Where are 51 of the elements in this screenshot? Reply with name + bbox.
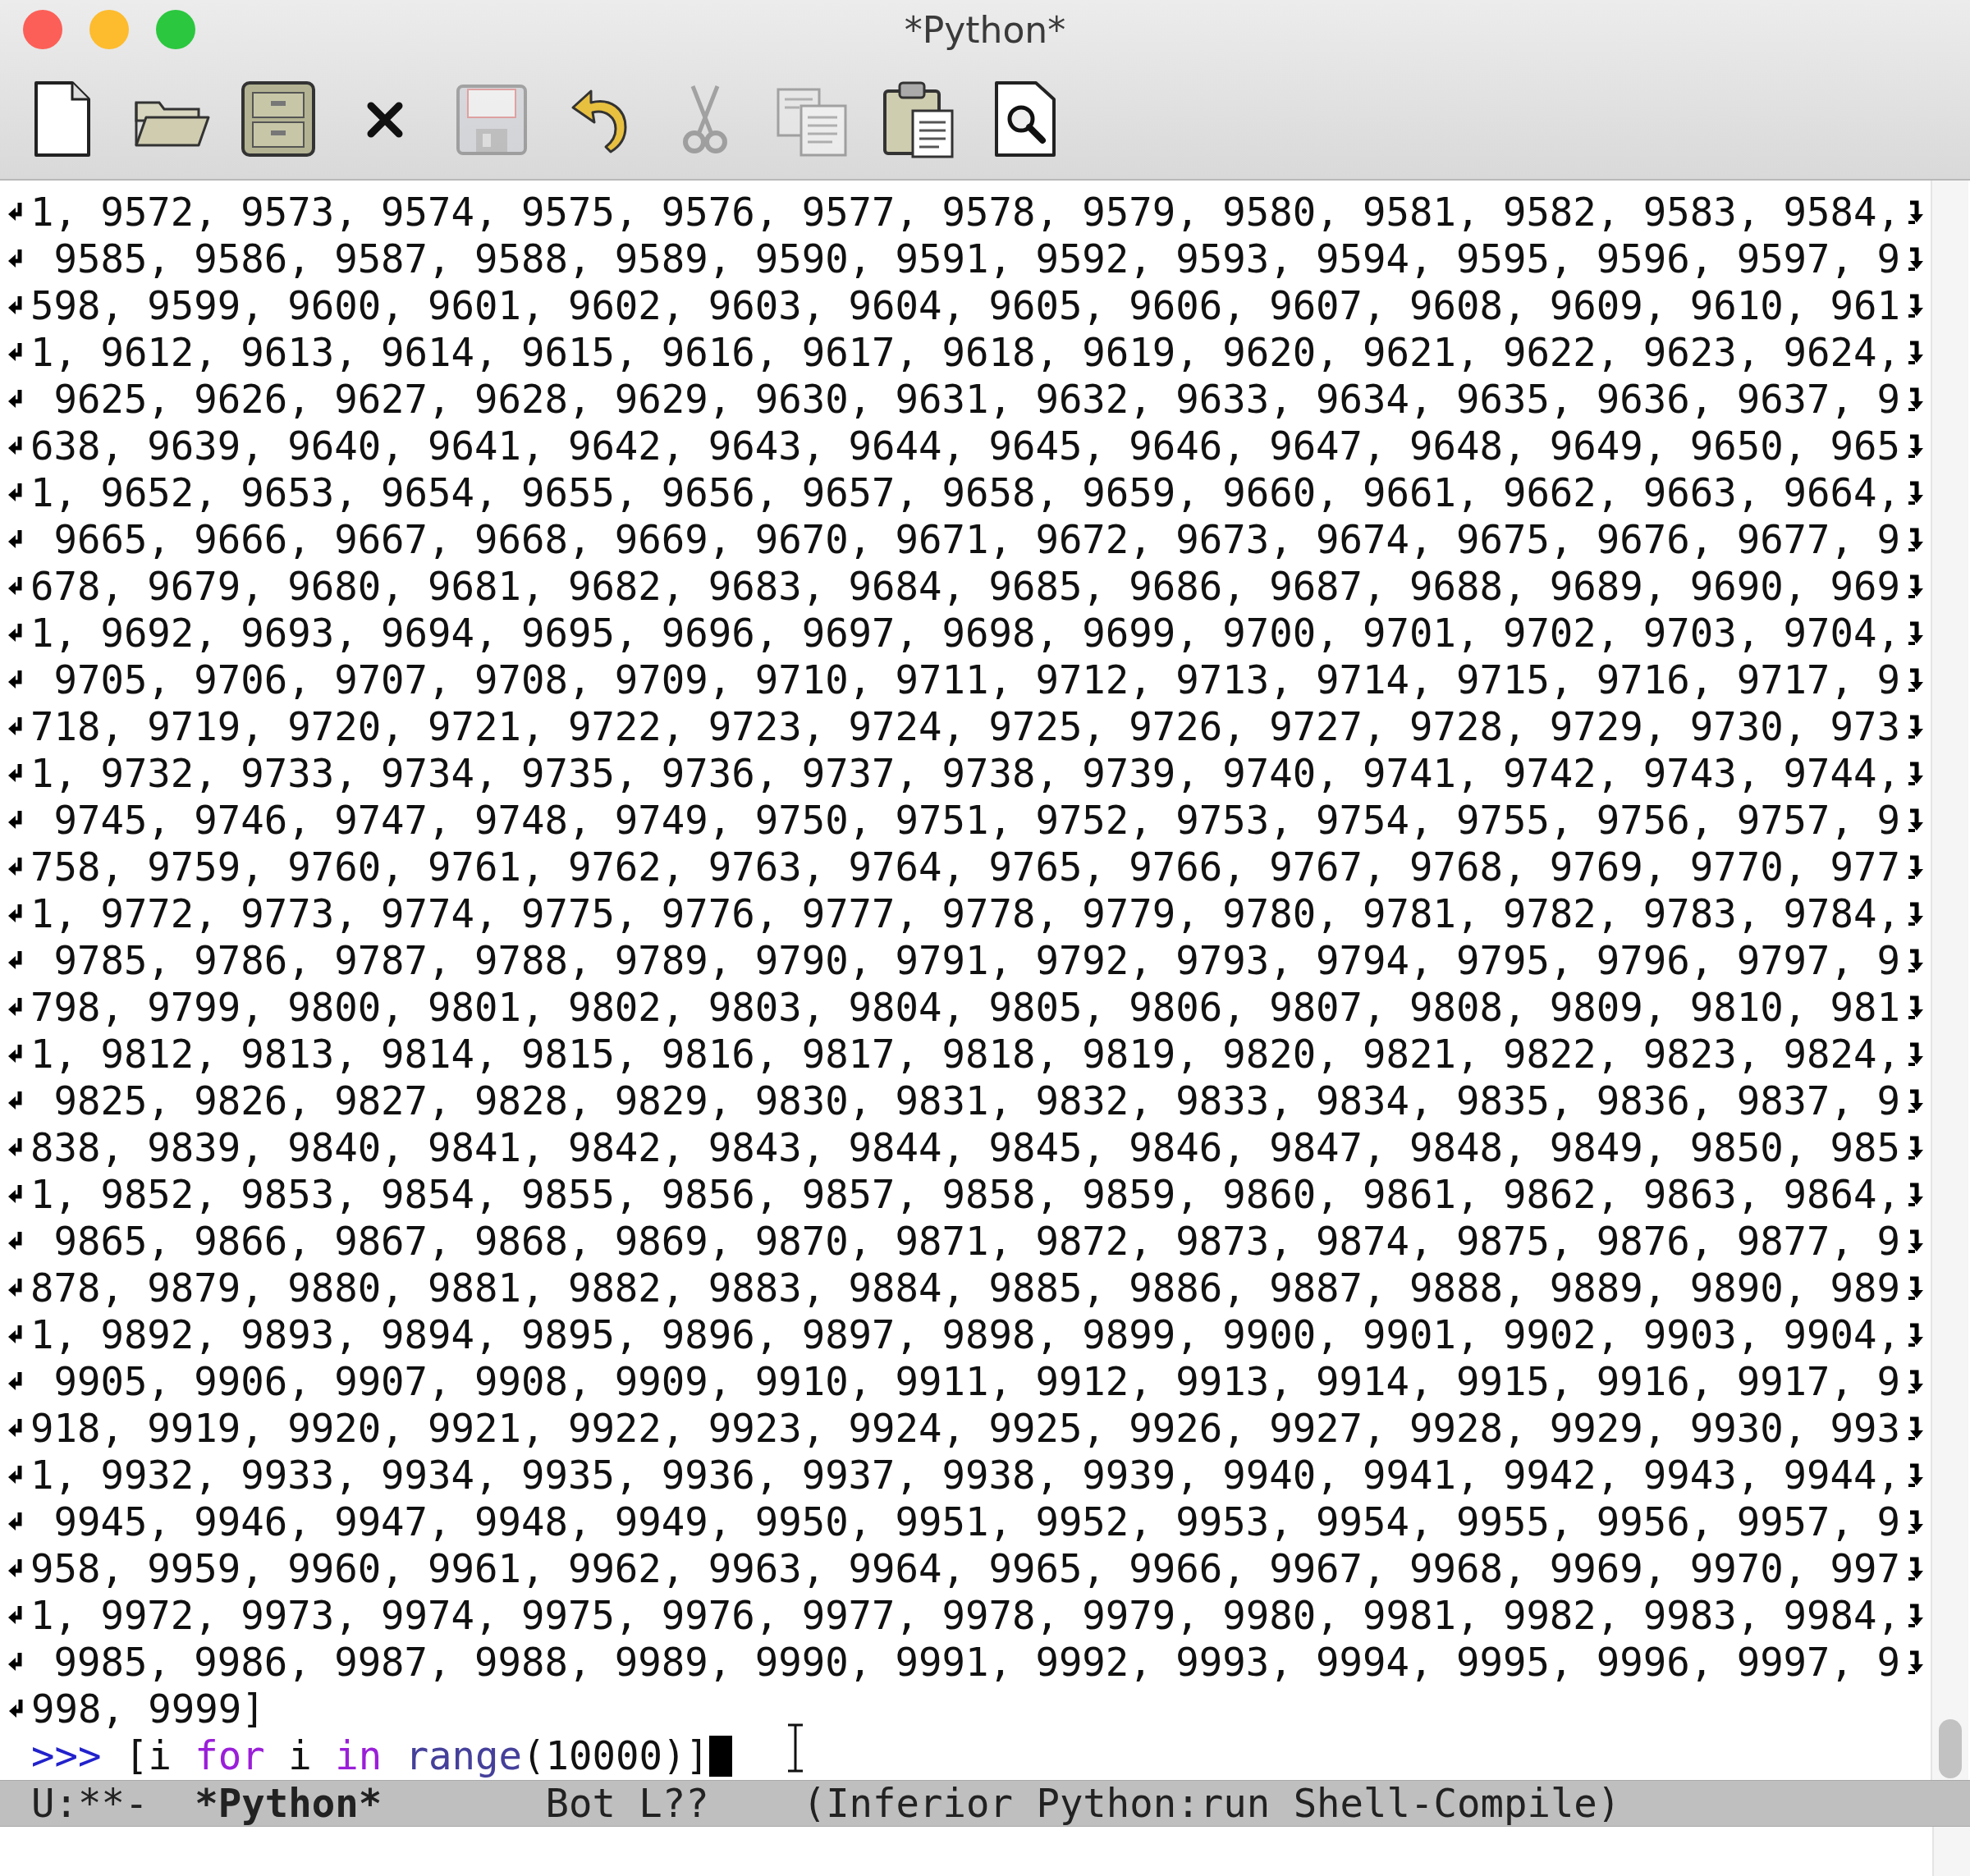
output-line: 9825, 9826, 9827, 9828, 9829, 9830, 9831, 9832, 9833, 9834, 9835, 9836, 9837, 9	[53, 1078, 1900, 1124]
code-text: [i	[123, 1732, 172, 1779]
output-line: 598, 9599, 9600, 9601, 9602, 9603, 9604, 9605, 9606, 9607, 9608, 9609, 9610, 961	[30, 282, 1900, 329]
output-line: 9785, 9786, 9787, 9788, 9789, 9790, 9791, 9792, 9793, 9794, 9795, 9796, 9797, 9	[53, 937, 1900, 984]
window-title: *Python*	[904, 8, 1066, 51]
text-cursor	[708, 1735, 732, 1777]
output-line: 1, 9572, 9573, 9574, 9575, 9576, 9577, 9578, 9579, 9580, 9581, 9582, 9583, 9584,	[30, 189, 1900, 236]
keyword-text: for	[195, 1732, 265, 1779]
output-line: 638, 9639, 9640, 9641, 9642, 9643, 9644, 9645, 9646, 9647, 9648, 9649, 9650, 965	[30, 423, 1900, 469]
output-line: 9985, 9986, 9987, 9988, 9989, 9990, 9991, 9992, 9993, 9994, 9995, 9996, 9997, 9	[53, 1639, 1900, 1686]
output-line: 1, 9932, 9933, 9934, 9935, 9936, 9937, 9938, 9939, 9940, 9941, 9942, 9943, 9944,	[30, 1452, 1900, 1499]
buffer-name: *Python*	[195, 1781, 383, 1826]
output-line: 1, 9972, 9973, 9974, 9975, 9976, 9977, 9978, 9979, 9980, 9981, 9982, 9983, 9984,	[30, 1592, 1900, 1639]
output-line: 958, 9959, 9960, 9961, 9962, 9963, 9964, 9965, 9966, 9967, 9968, 9969, 9970, 997	[30, 1545, 1900, 1592]
output-line: 9585, 9586, 9587, 9588, 9589, 9590, 9591, 9592, 9593, 9594, 9595, 9596, 9597, 9	[53, 236, 1900, 282]
builtin-text: range	[404, 1732, 523, 1779]
output-line: 678, 9679, 9680, 9681, 9682, 9683, 9684, 9685, 9686, 9687, 9688, 9689, 9690, 969	[30, 563, 1900, 610]
output-line: 1, 9652, 9653, 9654, 9655, 9656, 9657, 9658, 9659, 9660, 9661, 9662, 9663, 9664,	[30, 469, 1900, 516]
scrollbar[interactable]	[1931, 181, 1968, 1780]
mode-line-text: U:**-	[31, 1781, 149, 1826]
output-line: 9945, 9946, 9947, 9948, 9949, 9950, 9951, 9952, 9953, 9954, 9955, 9956, 9957, 9	[53, 1499, 1900, 1545]
code-text: i	[287, 1732, 313, 1779]
code-text: (10000)]	[522, 1732, 709, 1779]
zoom-button[interactable]	[156, 10, 195, 49]
scroll-thumb[interactable]	[1939, 1719, 1962, 1778]
prompt-text: >>>	[31, 1732, 102, 1779]
output-line: 1, 9612, 9613, 9614, 9615, 9616, 9617, 9618, 9619, 9620, 9621, 9622, 9623, 9624,	[30, 329, 1900, 376]
mode-line-text: (Inferior Python:run Shell-Compile)	[802, 1781, 1621, 1826]
mode-line-text: Bot L??	[545, 1781, 709, 1826]
output-line: 878, 9879, 9880, 9881, 9882, 9883, 9884, 9885, 9886, 9887, 9888, 9889, 9890, 989	[30, 1265, 1900, 1311]
output-line: 1, 9812, 9813, 9814, 9815, 9816, 9817, 9818, 9819, 9820, 9821, 9822, 9823, 9824,	[30, 1031, 1900, 1078]
output-line: 1, 9772, 9773, 9774, 9775, 9776, 9777, 9778, 9779, 9780, 9781, 9782, 9783, 9784,	[30, 890, 1900, 937]
output-line: 9705, 9706, 9707, 9708, 9709, 9710, 9711, 9712, 9713, 9714, 9715, 9716, 9717, 9	[53, 657, 1900, 703]
output-line: 798, 9799, 9800, 9801, 9802, 9803, 9804, 9805, 9806, 9807, 9808, 9809, 9810, 981	[30, 984, 1900, 1031]
output-line: 9905, 9906, 9907, 9908, 9909, 9910, 9911, 9912, 9913, 9914, 9915, 9916, 9917, 9	[53, 1358, 1900, 1405]
output-line: 838, 9839, 9840, 9841, 9842, 9843, 9844, 9845, 9846, 9847, 9848, 9849, 9850, 985	[30, 1124, 1900, 1171]
output-line: 1, 9692, 9693, 9694, 9695, 9696, 9697, 9698, 9699, 9700, 9701, 9702, 9703, 9704,	[30, 610, 1900, 657]
minimize-button[interactable]	[89, 10, 129, 49]
output-line: 9865, 9866, 9867, 9868, 9869, 9870, 9871, 9872, 9873, 9874, 9875, 9876, 9877, 9	[53, 1218, 1900, 1265]
output-line: 1, 9852, 9853, 9854, 9855, 9856, 9857, 9858, 9859, 9860, 9861, 9862, 9863, 9864,	[30, 1171, 1900, 1218]
output-line: 1, 9892, 9893, 9894, 9895, 9896, 9897, 9898, 9899, 9900, 9901, 9902, 9903, 9904,	[30, 1311, 1900, 1358]
output-line: 9665, 9666, 9667, 9668, 9669, 9670, 9671, 9672, 9673, 9674, 9675, 9676, 9677, 9	[53, 516, 1900, 563]
output-line: 998, 9999]	[30, 1686, 266, 1732]
output-line: 758, 9759, 9760, 9761, 9762, 9763, 9764, 9765, 9766, 9767, 9768, 9769, 9770, 977	[30, 844, 1900, 890]
output-line: 918, 9919, 9920, 9921, 9922, 9923, 9924, 9925, 9926, 9927, 9928, 9929, 9930, 993	[30, 1405, 1900, 1452]
output-line: 1, 9732, 9733, 9734, 9735, 9736, 9737, 9738, 9739, 9740, 9741, 9742, 9743, 9744,	[30, 750, 1900, 797]
output-line: 9745, 9746, 9747, 9748, 9749, 9750, 9751, 9752, 9753, 9754, 9755, 9756, 9757, 9	[53, 797, 1900, 844]
keyword-text: in	[335, 1732, 383, 1779]
output-line: 718, 9719, 9720, 9721, 9722, 9723, 9724, 9725, 9726, 9727, 9728, 9729, 9730, 973	[30, 703, 1900, 750]
close-button[interactable]	[23, 10, 62, 49]
output-line: 9625, 9626, 9627, 9628, 9629, 9630, 9631, 9632, 9633, 9634, 9635, 9636, 9637, 9	[53, 376, 1900, 423]
